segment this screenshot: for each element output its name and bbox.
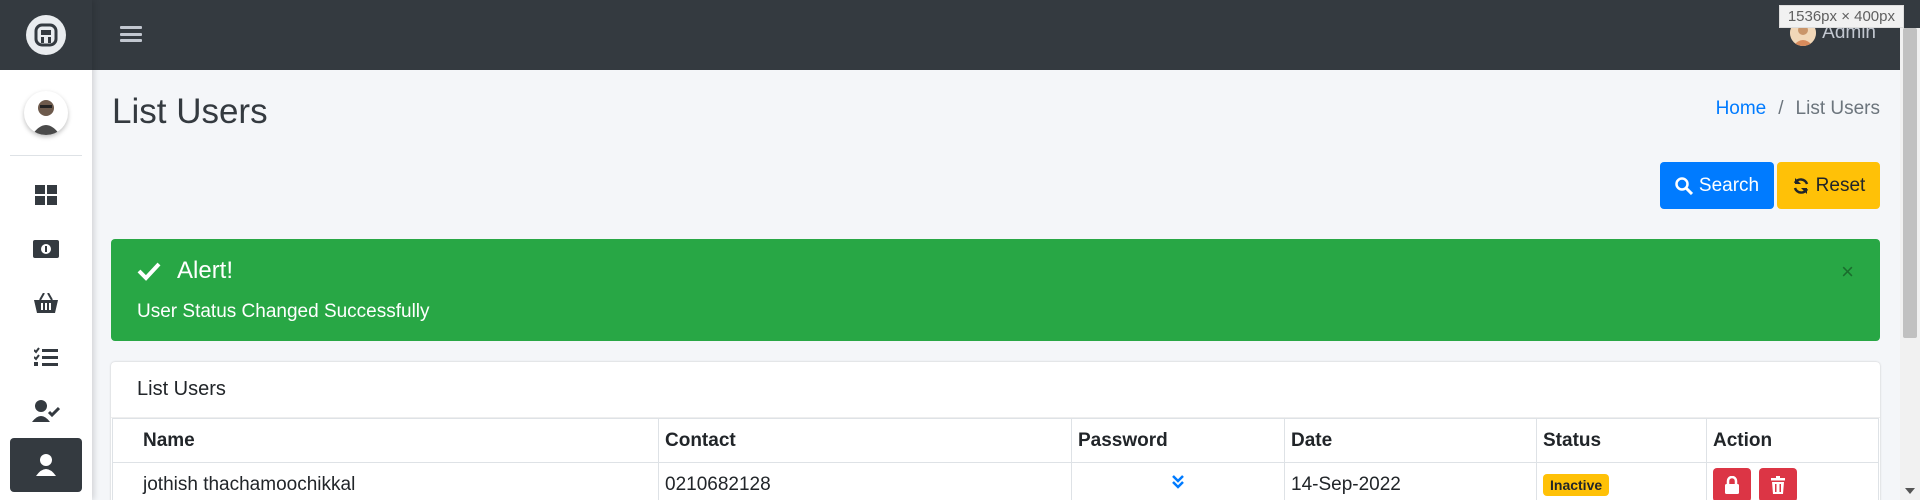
brand-logo-icon[interactable] [26,15,66,55]
table-header-row: Name Contact Password Date Status Action [112,418,1879,463]
alert-title: Alert! [177,257,234,284]
user-panel [10,70,82,156]
sidebar-item-users[interactable] [10,438,82,492]
column-header-contact: Contact [658,418,1072,463]
action-cell [1706,462,1879,500]
user-date: 14-Sep-2022 [1284,462,1537,500]
page-title: List Users [112,92,268,131]
user-name: jothish thachamoochikkal [112,462,659,500]
alert-header: Alert! [137,257,233,285]
table-row: jothish thachamoochikkal 0210682128 14-S… [112,462,1879,500]
brand[interactable] [0,0,92,70]
success-alert: Alert! User Status Changed Successfully … [111,239,1880,341]
column-header-name: Name [112,418,659,463]
main-content: List Users Home / List Users Search Rese… [92,70,1900,500]
lock-icon [1725,475,1739,494]
search-icon [1675,176,1693,195]
dashboard-icon [35,185,57,205]
trash-icon [1771,475,1786,494]
sidebar-item-tasks[interactable] [10,330,82,384]
scroll-down-arrow-icon[interactable] [1905,488,1915,494]
sidebar-item-dashboard[interactable] [10,168,82,222]
status-badge: Inactive [1543,473,1610,496]
basket-icon [34,293,58,313]
task-list-icon [34,347,58,366]
alert-message: User Status Changed Successfully [137,301,430,322]
sidebar-item-payments[interactable] [10,222,82,276]
scrollbar[interactable] [1900,28,1920,500]
user-icon [36,454,56,476]
breadcrumb-home-link[interactable]: Home [1716,98,1767,120]
menu-toggle-icon[interactable] [120,24,142,44]
delete-button[interactable] [1759,467,1798,500]
breadcrumb: Home / List Users [1716,98,1880,120]
users-table: Name Contact Password Date Status Action… [112,418,1879,500]
column-header-action: Action [1706,418,1879,463]
reset-button[interactable]: Reset [1777,162,1880,209]
users-card: List Users Name Contact Password Date St… [111,362,1880,500]
check-icon [137,262,161,281]
sidebar [0,0,92,500]
money-bill-icon [33,240,59,258]
sidebar-item-user-approval[interactable] [10,384,82,438]
user-check-icon [32,400,60,422]
search-button[interactable]: Search [1660,162,1774,209]
column-header-status: Status [1536,418,1707,463]
dimension-tooltip: 1536px × 400px [1778,5,1904,28]
password-cell [1071,462,1285,500]
sidebar-nav [0,156,92,492]
status-cell: Inactive [1536,462,1707,500]
topbar: Admin [92,0,1920,70]
column-header-password: Password [1071,418,1285,463]
avatar[interactable] [24,90,68,135]
card-title: List Users [111,362,1880,418]
search-button-label: Search [1698,174,1760,196]
double-chevron-down-icon[interactable] [1171,474,1185,490]
lock-button[interactable] [1713,467,1751,500]
column-header-date: Date [1284,418,1537,463]
reset-button-label: Reset [1815,174,1866,196]
sidebar-item-orders[interactable] [10,276,82,330]
close-icon[interactable]: × [1841,259,1854,285]
refresh-icon [1793,177,1808,194]
breadcrumb-current: List Users [1795,98,1880,119]
breadcrumb-separator: / [1778,98,1784,119]
scrollbar-thumb[interactable] [1903,28,1917,338]
user-contact: 0210682128 [658,462,1072,500]
